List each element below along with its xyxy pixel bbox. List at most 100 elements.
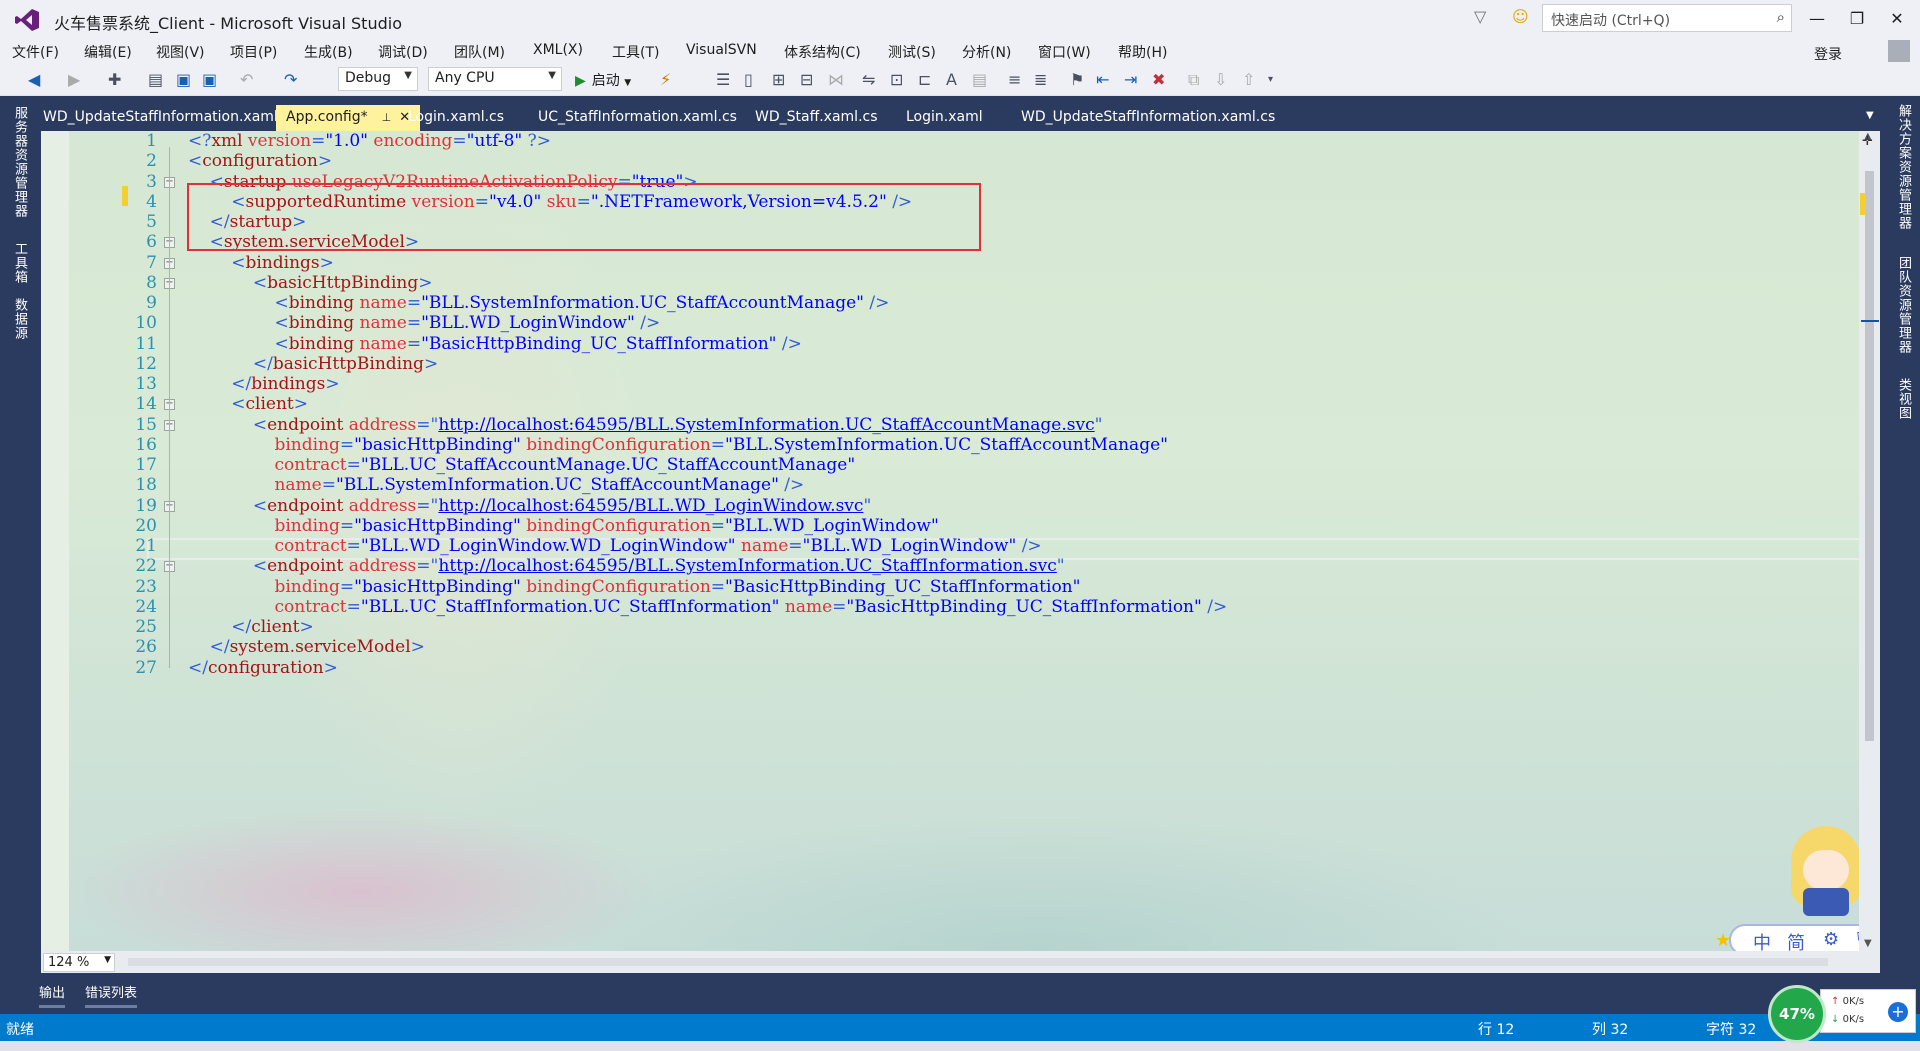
menu-window[interactable]: 窗口(W) xyxy=(1038,42,1091,62)
browser-link-icon[interactable]: ⚡ xyxy=(660,70,671,90)
zoom-level-select[interactable]: 124 % ▼ xyxy=(43,953,115,972)
minimize-button[interactable]: — xyxy=(1800,5,1834,33)
code-line[interactable]: <basicHttpBinding> xyxy=(188,273,433,294)
toggle-icon[interactable]: ⊡ xyxy=(890,70,903,90)
hierarchy-icon[interactable]: ⊞ xyxy=(772,70,785,90)
ime-settings-gear-icon[interactable]: ⚙ xyxy=(1823,929,1839,950)
scroll-thumb[interactable] xyxy=(1865,171,1874,741)
vertical-scrollbar[interactable]: ▲ ▼ xyxy=(1859,131,1880,951)
clear-bookmarks-icon[interactable]: ✖ xyxy=(1152,70,1165,90)
menu-help[interactable]: 帮助(H) xyxy=(1118,42,1167,62)
save-all-icon[interactable]: ▣ xyxy=(202,70,217,90)
ime-simplified-mode[interactable]: 简 xyxy=(1787,929,1805,951)
code-line[interactable]: <binding name="BLL.WD_LoginWindow" /> xyxy=(188,313,660,334)
code-line[interactable]: binding="basicHttpBinding" bindingConfig… xyxy=(188,577,1080,598)
ime-toolbar[interactable]: 中 简 ⚙ ⛉ xyxy=(1729,924,1880,951)
format-icon[interactable]: ▤ xyxy=(972,70,987,90)
ime-chinese-mode[interactable]: 中 xyxy=(1753,929,1771,951)
spell-check-icon[interactable]: A xyxy=(946,70,957,90)
navigate-forward-icon[interactable]: ▶ xyxy=(68,70,80,90)
code-line[interactable]: <bindings> xyxy=(188,253,334,274)
menu-test[interactable]: 测试(S) xyxy=(888,42,936,62)
find-icon[interactable]: ⧉ xyxy=(1188,70,1199,90)
menu-view[interactable]: 视图(V) xyxy=(156,42,205,62)
start-debugging-button[interactable]: ▶ 启动 ▼ xyxy=(575,70,631,90)
scroll-down-icon[interactable]: ▼ xyxy=(1864,938,1872,949)
boost-plus-icon[interactable]: + xyxy=(1888,1002,1908,1022)
move-down-icon[interactable]: ⇩ xyxy=(1214,70,1227,90)
pin-icon[interactable]: ⊥ xyxy=(382,111,392,124)
menu-debug[interactable]: 调试(D) xyxy=(378,42,428,62)
tab-output[interactable]: 输出 xyxy=(39,982,66,1008)
menu-file[interactable]: 文件(F) xyxy=(12,42,59,62)
code-line[interactable]: <?xml version="1.0" encoding="utf-8" ?> xyxy=(188,131,551,152)
code-line[interactable]: binding="basicHttpBinding" bindingConfig… xyxy=(188,435,1167,456)
code-line[interactable]: <endpoint address= "http://localhost:6459… xyxy=(188,496,871,517)
code-line[interactable]: contract="BLL.UC_StaffAccountManage.UC_S… xyxy=(188,455,855,476)
code-line[interactable]: binding="basicHttpBinding" bindingConfig… xyxy=(188,516,938,537)
menu-analyze[interactable]: 分析(N) xyxy=(962,42,1011,62)
navigate-back-icon[interactable]: ◀ xyxy=(28,70,40,90)
filter-icon[interactable]: ▽ xyxy=(1474,7,1486,26)
move-up-icon[interactable]: ⇧ xyxy=(1242,70,1255,90)
dependency-icon[interactable]: ⋈ xyxy=(828,70,844,90)
menu-architecture[interactable]: 体系结构(C) xyxy=(784,42,861,62)
new-project-icon[interactable]: ✚ xyxy=(108,70,121,90)
code-line[interactable]: <binding name="BLL.SystemInformation.UC_… xyxy=(188,293,889,314)
save-icon[interactable]: ▣ xyxy=(176,70,191,90)
undo-icon[interactable]: ↶ xyxy=(240,70,253,90)
restore-button[interactable]: ❐ xyxy=(1840,5,1874,33)
tab-error-list[interactable]: 错误列表 xyxy=(85,982,138,1008)
menu-tools[interactable]: 工具(T) xyxy=(612,42,659,62)
tab-wd-updatestaffinformation-xaml-cs[interactable]: WD_UpdateStaffInformation.xaml.cs xyxy=(1011,105,1285,131)
sign-in-link[interactable]: 登录 xyxy=(1814,44,1842,64)
code-line[interactable]: <endpoint address= "http://localhost:6459… xyxy=(188,556,1065,577)
code-line[interactable]: name="BLL.SystemInformation.UC_StaffAcco… xyxy=(188,475,804,496)
code-line[interactable]: contract="BLL.WD_LoginWindow.WD_LoginWin… xyxy=(188,536,1041,557)
tab-wd-updatestaffinformation-xaml[interactable]: WD_UpdateStaffInformation.xaml⊥ xyxy=(33,105,311,131)
tab-login-xaml-cs[interactable]: Login.xaml.cs xyxy=(398,105,514,131)
document-icon[interactable]: ▯ xyxy=(744,70,753,90)
network-monitor-widget[interactable]: ↑ 0K/s ↓ 0K/s + 47% xyxy=(1768,985,1918,1043)
tab-login-xaml[interactable]: Login.xaml xyxy=(896,105,993,131)
feedback-smiley-icon[interactable]: ☺ xyxy=(1512,7,1529,26)
tab-uc-staffinformation-xaml-cs[interactable]: UC_StaffInformation.xaml.cs xyxy=(528,105,747,131)
tab-list-dropdown-icon[interactable]: ▼ xyxy=(1866,110,1874,121)
toolbox-tab[interactable]: 工具箱 xyxy=(10,242,29,284)
toolbar-overflow-icon[interactable]: ▾ xyxy=(1268,70,1273,90)
open-file-icon[interactable]: ▤ xyxy=(148,70,163,90)
sync-icon[interactable]: ⇋ xyxy=(862,70,875,90)
solution-explorer-tab[interactable]: 解决方案资源管理器 xyxy=(1894,104,1913,230)
code-line[interactable]: </bindings> xyxy=(188,374,339,395)
menu-build[interactable]: 生成(B) xyxy=(304,42,353,62)
code-editor[interactable]: 1 2 3 4 5 6 7 8 9 10 11 12 13 14 15 16 17 18 19 20 21 22 23 24 2… xyxy=(41,131,1880,951)
step-into-icon[interactable]: ☰ xyxy=(716,70,730,90)
next-bookmark-icon[interactable]: ⇥ xyxy=(1124,70,1137,90)
redo-icon[interactable]: ↷ xyxy=(284,70,297,90)
bookmark-icon[interactable]: ⚑ xyxy=(1070,70,1084,90)
memory-usage-gauge[interactable]: 47% xyxy=(1768,985,1826,1043)
server-explorer-tab[interactable]: 服务器资源管理器 xyxy=(10,106,29,218)
menu-project[interactable]: 项目(P) xyxy=(230,42,277,62)
menu-team[interactable]: 团队(M) xyxy=(454,42,505,62)
code-line[interactable]: <endpoint address= "http://localhost:6459… xyxy=(188,415,1103,436)
avatar[interactable] xyxy=(1888,40,1910,62)
menu-xml[interactable]: XML(X) xyxy=(533,42,583,58)
solution-platform-select[interactable]: Any CPU ▼ xyxy=(428,67,562,91)
data-sources-tab[interactable]: 数据源 xyxy=(10,298,29,340)
code-line[interactable]: <binding name="BasicHttpBinding_UC_Staff… xyxy=(188,334,801,355)
code-line[interactable]: </basicHttpBinding> xyxy=(188,354,438,375)
menu-edit[interactable]: 编辑(E) xyxy=(84,42,132,62)
tab-wd-staff-xaml-cs[interactable]: WD_Staff.xaml.cs xyxy=(745,105,888,131)
class-view-tab[interactable]: 类视图 xyxy=(1894,378,1913,420)
uncomment-icon[interactable]: ≣ xyxy=(1034,70,1047,90)
horizontal-scroll-thumb[interactable] xyxy=(128,958,1828,966)
solution-configuration-select[interactable]: Debug ▼ xyxy=(338,67,418,91)
previous-bookmark-icon[interactable]: ⇤ xyxy=(1096,70,1109,90)
code-line[interactable]: </configuration> xyxy=(188,658,338,679)
code-line[interactable]: contract="BLL.UC_StaffInformation.UC_Sta… xyxy=(188,597,1227,618)
menu-visualsvn[interactable]: VisualSVN xyxy=(686,42,757,58)
align-icon[interactable]: ⊏ xyxy=(918,70,931,90)
class-diagram-icon[interactable]: ⊟ xyxy=(800,70,813,90)
split-editor-icon[interactable]: ✛ xyxy=(1862,134,1873,149)
